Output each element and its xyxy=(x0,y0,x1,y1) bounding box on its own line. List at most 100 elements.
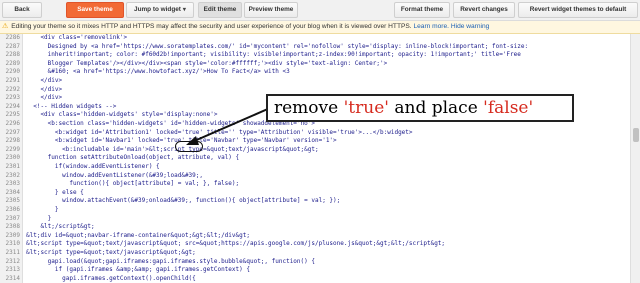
code-text[interactable]: inherit!important; color: #f60d2b!import… xyxy=(26,51,521,59)
callout-true-word: 'true' xyxy=(343,98,389,118)
line-number: 2305 xyxy=(5,197,20,205)
code-text[interactable]: &lt;div id=&quot;navbar-iframe-container… xyxy=(26,232,250,240)
code-line[interactable]: 2300 function setAttributeOnload(object,… xyxy=(0,154,630,162)
code-text[interactable]: </div> xyxy=(26,86,62,94)
code-text[interactable]: </div> xyxy=(26,77,62,85)
line-number: 2311 xyxy=(5,249,20,256)
code-text[interactable]: &lt;script type=&quot;text/javascript&qu… xyxy=(26,240,445,248)
code-line[interactable]: 2292 </div> xyxy=(0,86,630,94)
line-number: 2288 xyxy=(5,51,20,59)
code-line[interactable]: 2309 &lt;div id=&quot;navbar-iframe-conta… xyxy=(0,232,630,240)
line-number: 2308 xyxy=(5,223,20,231)
code-text[interactable]: if (gapi.iframes &amp;&amp; gapi.iframes… xyxy=(26,266,250,274)
code-line[interactable]: 2299 <b:includable id='main'>&lt;script … xyxy=(0,146,630,154)
code-text[interactable]: function setAttributeOnload(object, attr… xyxy=(26,154,239,162)
annotation-callout: remove 'true' and place 'false' xyxy=(266,94,574,122)
jump-to-widget-dropdown[interactable]: Jump to widget ▾ xyxy=(126,2,194,18)
revert-changes-button[interactable]: Revert changes xyxy=(453,2,515,18)
line-number: 2312 xyxy=(5,257,20,265)
line-number: 2302 xyxy=(5,171,20,179)
code-text[interactable]: if(window.addEventListener) { xyxy=(26,163,160,171)
warning-icon: ⚠ xyxy=(2,23,9,30)
code-line[interactable]: 2302 window.addEventListener(&#39;load&#… xyxy=(0,172,630,180)
code-line[interactable]: 2310 &lt;script type=&quot;text/javascrip… xyxy=(0,240,630,248)
warning-message: Editing your theme so it mixes HTTP and … xyxy=(11,23,412,30)
line-number: 2300 xyxy=(5,154,20,162)
code-line[interactable]: 2301 if(window.addEventListener) { xyxy=(0,163,630,171)
code-text[interactable]: <b:includable id='main'>&lt;script type=… xyxy=(26,146,319,154)
line-number: 2290 xyxy=(5,68,20,76)
line-number: 2293 xyxy=(5,94,20,102)
line-number: 2298 xyxy=(5,137,20,145)
code-text[interactable]: Designed by <a href='https://www.soratem… xyxy=(26,43,528,51)
editor-scrollbar[interactable] xyxy=(630,34,640,283)
code-text[interactable]: &lt;/script&gt; xyxy=(26,223,94,231)
code-line[interactable]: 2313 if (gapi.iframes &amp;&amp; gapi.if… xyxy=(0,266,630,274)
code-line[interactable]: 2289 Blogger Templates'/></div></div><sp… xyxy=(0,60,630,68)
code-line[interactable]: 2312 gapi.load(&quot;gapi.iframes:gapi.i… xyxy=(0,258,630,266)
hide-warning-link[interactable]: Hide warning xyxy=(451,23,489,30)
save-theme-button[interactable]: Save theme xyxy=(66,2,124,18)
code-line[interactable]: 2305 window.attachEvent(&#39;onload&#39;… xyxy=(0,197,630,205)
code-text[interactable]: function(){ object[attribute] = val; }, … xyxy=(26,180,239,188)
code-text[interactable]: } xyxy=(26,215,52,223)
code-text[interactable]: Blogger Templates'/></div></div><span st… xyxy=(26,60,388,68)
code-line[interactable]: 2303 function(){ object[attribute] = val… xyxy=(0,180,630,188)
line-number: 2297 xyxy=(5,128,20,136)
locked-attribute-highlight xyxy=(175,141,203,152)
code-line[interactable]: 2314 gapi.iframes.getContext().openChild… xyxy=(0,275,630,283)
code-line[interactable]: 2304 } else { xyxy=(0,189,630,197)
code-editor[interactable]: 2286 <div class='removelink'> 2287 Design… xyxy=(0,34,630,283)
callout-false-word: 'false' xyxy=(483,98,534,118)
code-text[interactable]: <b:widget id='Attribution1' locked='true… xyxy=(26,129,413,137)
format-theme-button[interactable]: Format theme xyxy=(394,2,450,18)
code-line[interactable]: 2287 Designed by <a href='https://www.so… xyxy=(0,43,630,51)
code-text[interactable]: gapi.iframes.getContext().openChild({ xyxy=(26,275,196,283)
code-text[interactable]: gapi.load(&quot;gapi.iframes:gapi.iframe… xyxy=(26,258,315,266)
code-line[interactable]: 2308 &lt;/script&gt; xyxy=(0,223,630,231)
line-number: 2289 xyxy=(5,59,20,67)
line-number: 2307 xyxy=(5,214,20,222)
line-number: 2313 xyxy=(5,266,20,274)
code-text[interactable]: </div> xyxy=(26,94,62,102)
line-number: 2306 xyxy=(5,206,20,213)
code-text[interactable]: } else { xyxy=(26,189,84,197)
callout-middle: and place xyxy=(388,98,484,118)
learn-more-link[interactable]: Learn more. xyxy=(413,23,449,30)
line-number: 2301 xyxy=(5,163,20,170)
line-number: 2314 xyxy=(5,274,20,282)
line-number: 2309 xyxy=(5,231,20,239)
code-line[interactable]: 2286 <div class='removelink'> xyxy=(0,34,630,42)
code-text[interactable]: window.addEventListener(&#39;load&#39;, xyxy=(26,172,203,180)
line-number: 2291 xyxy=(5,77,20,84)
code-line[interactable]: 2288 inherit!important; color: #f60d2b!i… xyxy=(0,51,630,59)
code-text[interactable]: } xyxy=(26,206,59,214)
editor-toolbar: Back Save theme Jump to widget ▾ Edit the… xyxy=(0,0,640,21)
line-number: 2286 xyxy=(5,34,20,41)
revert-widget-themes-button[interactable]: Revert widget themes to default xyxy=(518,2,638,18)
code-text[interactable]: <div class='removelink'> xyxy=(26,34,127,42)
code-text[interactable]: window.attachEvent(&#39;onload&#39;, fun… xyxy=(26,197,340,205)
line-number: 2303 xyxy=(5,180,20,188)
code-line[interactable]: 2298 <b:widget id='Navbar1' locked='true… xyxy=(0,137,630,145)
back-button[interactable]: Back xyxy=(2,2,42,18)
line-number: 2299 xyxy=(5,145,20,153)
code-line[interactable]: 2306 } xyxy=(0,206,630,214)
code-line[interactable]: 2297 <b:widget id='Attribution1' locked=… xyxy=(0,129,630,137)
chevron-down-icon: ▾ xyxy=(182,7,186,13)
callout-prefix: remove xyxy=(274,98,344,118)
code-line[interactable]: 2290 &#160; <a href='https://www.howtofa… xyxy=(0,68,630,76)
edit-theme-button[interactable]: Edit theme xyxy=(198,2,242,18)
code-text[interactable]: &lt;script type=&quot;text/javascript&qu… xyxy=(26,249,196,257)
code-text[interactable]: &#160; <a href='https://www.howtofact.xy… xyxy=(26,68,290,76)
line-number: 2294 xyxy=(5,102,20,110)
line-number: 2292 xyxy=(5,85,20,93)
code-line[interactable]: 2291 </div> xyxy=(0,77,630,85)
code-line[interactable]: 2311 &lt;script type=&quot;text/javascrip… xyxy=(0,249,630,257)
scrollbar-thumb[interactable] xyxy=(633,128,639,142)
code-text[interactable]: <!-- Hidden widgets --> xyxy=(26,103,116,111)
code-line[interactable]: 2307 } xyxy=(0,215,630,223)
preview-theme-button[interactable]: Preview theme xyxy=(244,2,298,18)
line-number: 2287 xyxy=(5,42,20,50)
code-text[interactable]: <div class='hidden-widgets' style='displ… xyxy=(26,111,217,119)
